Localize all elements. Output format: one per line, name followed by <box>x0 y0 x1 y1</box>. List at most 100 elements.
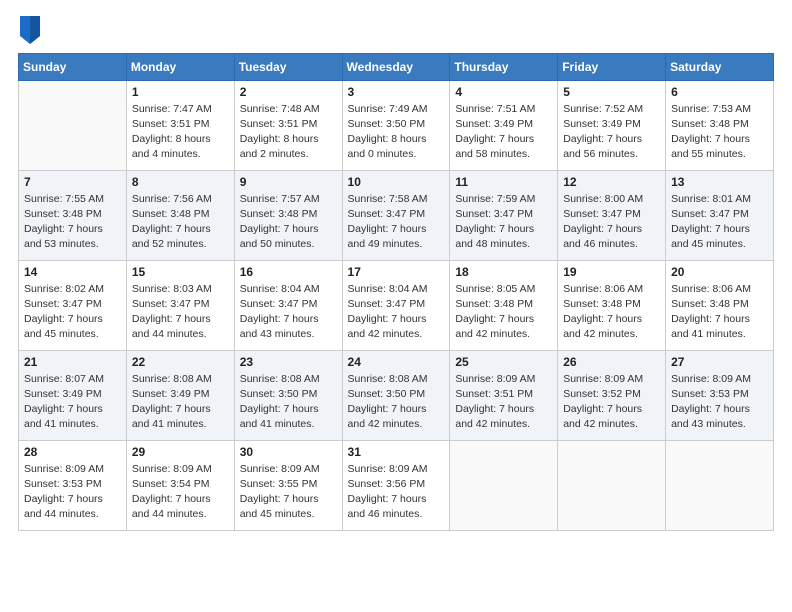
header-tuesday: Tuesday <box>234 53 342 80</box>
day-number: 22 <box>132 355 229 369</box>
day-info: Sunrise: 7:47 AMSunset: 3:51 PMDaylight:… <box>132 102 229 163</box>
day-info: Sunrise: 8:08 AMSunset: 3:50 PMDaylight:… <box>348 372 445 433</box>
day-number: 25 <box>455 355 552 369</box>
calendar-cell: 27 Sunrise: 8:09 AMSunset: 3:53 PMDaylig… <box>666 350 774 440</box>
day-number: 5 <box>563 85 660 99</box>
calendar-cell <box>19 80 127 170</box>
day-info: Sunrise: 8:06 AMSunset: 3:48 PMDaylight:… <box>671 282 768 343</box>
day-info: Sunrise: 8:00 AMSunset: 3:47 PMDaylight:… <box>563 192 660 253</box>
day-info: Sunrise: 8:09 AMSunset: 3:56 PMDaylight:… <box>348 462 445 523</box>
day-number: 29 <box>132 445 229 459</box>
day-info: Sunrise: 8:03 AMSunset: 3:47 PMDaylight:… <box>132 282 229 343</box>
calendar-cell: 16 Sunrise: 8:04 AMSunset: 3:47 PMDaylig… <box>234 260 342 350</box>
day-number: 16 <box>240 265 337 279</box>
day-info: Sunrise: 8:09 AMSunset: 3:55 PMDaylight:… <box>240 462 337 523</box>
header-wednesday: Wednesday <box>342 53 450 80</box>
day-info: Sunrise: 7:55 AMSunset: 3:48 PMDaylight:… <box>24 192 121 253</box>
calendar-week-row: 21 Sunrise: 8:07 AMSunset: 3:49 PMDaylig… <box>19 350 774 440</box>
calendar-cell: 9 Sunrise: 7:57 AMSunset: 3:48 PMDayligh… <box>234 170 342 260</box>
day-number: 21 <box>24 355 121 369</box>
day-number: 9 <box>240 175 337 189</box>
calendar-cell: 13 Sunrise: 8:01 AMSunset: 3:47 PMDaylig… <box>666 170 774 260</box>
calendar-cell: 23 Sunrise: 8:08 AMSunset: 3:50 PMDaylig… <box>234 350 342 440</box>
day-info: Sunrise: 7:59 AMSunset: 3:47 PMDaylight:… <box>455 192 552 253</box>
calendar-cell: 21 Sunrise: 8:07 AMSunset: 3:49 PMDaylig… <box>19 350 127 440</box>
calendar-cell <box>558 440 666 530</box>
header-friday: Friday <box>558 53 666 80</box>
day-info: Sunrise: 8:08 AMSunset: 3:49 PMDaylight:… <box>132 372 229 433</box>
day-info: Sunrise: 8:04 AMSunset: 3:47 PMDaylight:… <box>240 282 337 343</box>
calendar-cell: 4 Sunrise: 7:51 AMSunset: 3:49 PMDayligh… <box>450 80 558 170</box>
calendar-cell: 17 Sunrise: 8:04 AMSunset: 3:47 PMDaylig… <box>342 260 450 350</box>
day-info: Sunrise: 8:05 AMSunset: 3:48 PMDaylight:… <box>455 282 552 343</box>
calendar-cell: 12 Sunrise: 8:00 AMSunset: 3:47 PMDaylig… <box>558 170 666 260</box>
day-number: 18 <box>455 265 552 279</box>
calendar-cell: 30 Sunrise: 8:09 AMSunset: 3:55 PMDaylig… <box>234 440 342 530</box>
day-info: Sunrise: 7:57 AMSunset: 3:48 PMDaylight:… <box>240 192 337 253</box>
calendar-week-row: 1 Sunrise: 7:47 AMSunset: 3:51 PMDayligh… <box>19 80 774 170</box>
day-info: Sunrise: 7:48 AMSunset: 3:51 PMDaylight:… <box>240 102 337 163</box>
day-number: 2 <box>240 85 337 99</box>
day-number: 23 <box>240 355 337 369</box>
day-number: 7 <box>24 175 121 189</box>
calendar-cell: 24 Sunrise: 8:08 AMSunset: 3:50 PMDaylig… <box>342 350 450 440</box>
calendar-week-row: 14 Sunrise: 8:02 AMSunset: 3:47 PMDaylig… <box>19 260 774 350</box>
header-monday: Monday <box>126 53 234 80</box>
calendar-cell: 3 Sunrise: 7:49 AMSunset: 3:50 PMDayligh… <box>342 80 450 170</box>
calendar-body: 1 Sunrise: 7:47 AMSunset: 3:51 PMDayligh… <box>19 80 774 530</box>
day-number: 8 <box>132 175 229 189</box>
day-info: Sunrise: 7:51 AMSunset: 3:49 PMDaylight:… <box>455 102 552 163</box>
calendar-cell <box>666 440 774 530</box>
calendar-cell <box>450 440 558 530</box>
calendar-table: SundayMondayTuesdayWednesdayThursdayFrid… <box>18 53 774 531</box>
day-number: 30 <box>240 445 337 459</box>
calendar-cell: 15 Sunrise: 8:03 AMSunset: 3:47 PMDaylig… <box>126 260 234 350</box>
calendar-cell: 25 Sunrise: 8:09 AMSunset: 3:51 PMDaylig… <box>450 350 558 440</box>
day-info: Sunrise: 8:01 AMSunset: 3:47 PMDaylight:… <box>671 192 768 253</box>
calendar-cell: 5 Sunrise: 7:52 AMSunset: 3:49 PMDayligh… <box>558 80 666 170</box>
calendar-cell: 8 Sunrise: 7:56 AMSunset: 3:48 PMDayligh… <box>126 170 234 260</box>
day-info: Sunrise: 7:52 AMSunset: 3:49 PMDaylight:… <box>563 102 660 163</box>
calendar-cell: 10 Sunrise: 7:58 AMSunset: 3:47 PMDaylig… <box>342 170 450 260</box>
day-number: 17 <box>348 265 445 279</box>
logo-icon <box>20 16 40 44</box>
calendar-week-row: 7 Sunrise: 7:55 AMSunset: 3:48 PMDayligh… <box>19 170 774 260</box>
day-number: 31 <box>348 445 445 459</box>
day-info: Sunrise: 7:56 AMSunset: 3:48 PMDaylight:… <box>132 192 229 253</box>
day-number: 15 <box>132 265 229 279</box>
day-number: 13 <box>671 175 768 189</box>
day-number: 4 <box>455 85 552 99</box>
calendar-cell: 22 Sunrise: 8:08 AMSunset: 3:49 PMDaylig… <box>126 350 234 440</box>
calendar-header-row: SundayMondayTuesdayWednesdayThursdayFrid… <box>19 53 774 80</box>
day-info: Sunrise: 7:49 AMSunset: 3:50 PMDaylight:… <box>348 102 445 163</box>
header-thursday: Thursday <box>450 53 558 80</box>
calendar-wrapper: SundayMondayTuesdayWednesdayThursdayFrid… <box>10 53 782 539</box>
calendar-cell: 31 Sunrise: 8:09 AMSunset: 3:56 PMDaylig… <box>342 440 450 530</box>
calendar-cell: 19 Sunrise: 8:06 AMSunset: 3:48 PMDaylig… <box>558 260 666 350</box>
day-number: 24 <box>348 355 445 369</box>
day-number: 27 <box>671 355 768 369</box>
calendar-cell: 20 Sunrise: 8:06 AMSunset: 3:48 PMDaylig… <box>666 260 774 350</box>
day-info: Sunrise: 7:58 AMSunset: 3:47 PMDaylight:… <box>348 192 445 253</box>
calendar-week-row: 28 Sunrise: 8:09 AMSunset: 3:53 PMDaylig… <box>19 440 774 530</box>
calendar-cell: 11 Sunrise: 7:59 AMSunset: 3:47 PMDaylig… <box>450 170 558 260</box>
calendar-cell: 1 Sunrise: 7:47 AMSunset: 3:51 PMDayligh… <box>126 80 234 170</box>
logo <box>18 16 40 49</box>
calendar-cell: 26 Sunrise: 8:09 AMSunset: 3:52 PMDaylig… <box>558 350 666 440</box>
calendar-cell: 2 Sunrise: 7:48 AMSunset: 3:51 PMDayligh… <box>234 80 342 170</box>
calendar-cell: 29 Sunrise: 8:09 AMSunset: 3:54 PMDaylig… <box>126 440 234 530</box>
day-number: 26 <box>563 355 660 369</box>
day-info: Sunrise: 8:08 AMSunset: 3:50 PMDaylight:… <box>240 372 337 433</box>
day-info: Sunrise: 8:06 AMSunset: 3:48 PMDaylight:… <box>563 282 660 343</box>
day-info: Sunrise: 8:09 AMSunset: 3:53 PMDaylight:… <box>24 462 121 523</box>
header-saturday: Saturday <box>666 53 774 80</box>
day-number: 11 <box>455 175 552 189</box>
day-number: 1 <box>132 85 229 99</box>
header-sunday: Sunday <box>19 53 127 80</box>
calendar-cell: 28 Sunrise: 8:09 AMSunset: 3:53 PMDaylig… <box>19 440 127 530</box>
calendar-cell: 18 Sunrise: 8:05 AMSunset: 3:48 PMDaylig… <box>450 260 558 350</box>
day-number: 3 <box>348 85 445 99</box>
day-info: Sunrise: 8:07 AMSunset: 3:49 PMDaylight:… <box>24 372 121 433</box>
day-info: Sunrise: 8:02 AMSunset: 3:47 PMDaylight:… <box>24 282 121 343</box>
day-info: Sunrise: 8:09 AMSunset: 3:51 PMDaylight:… <box>455 372 552 433</box>
